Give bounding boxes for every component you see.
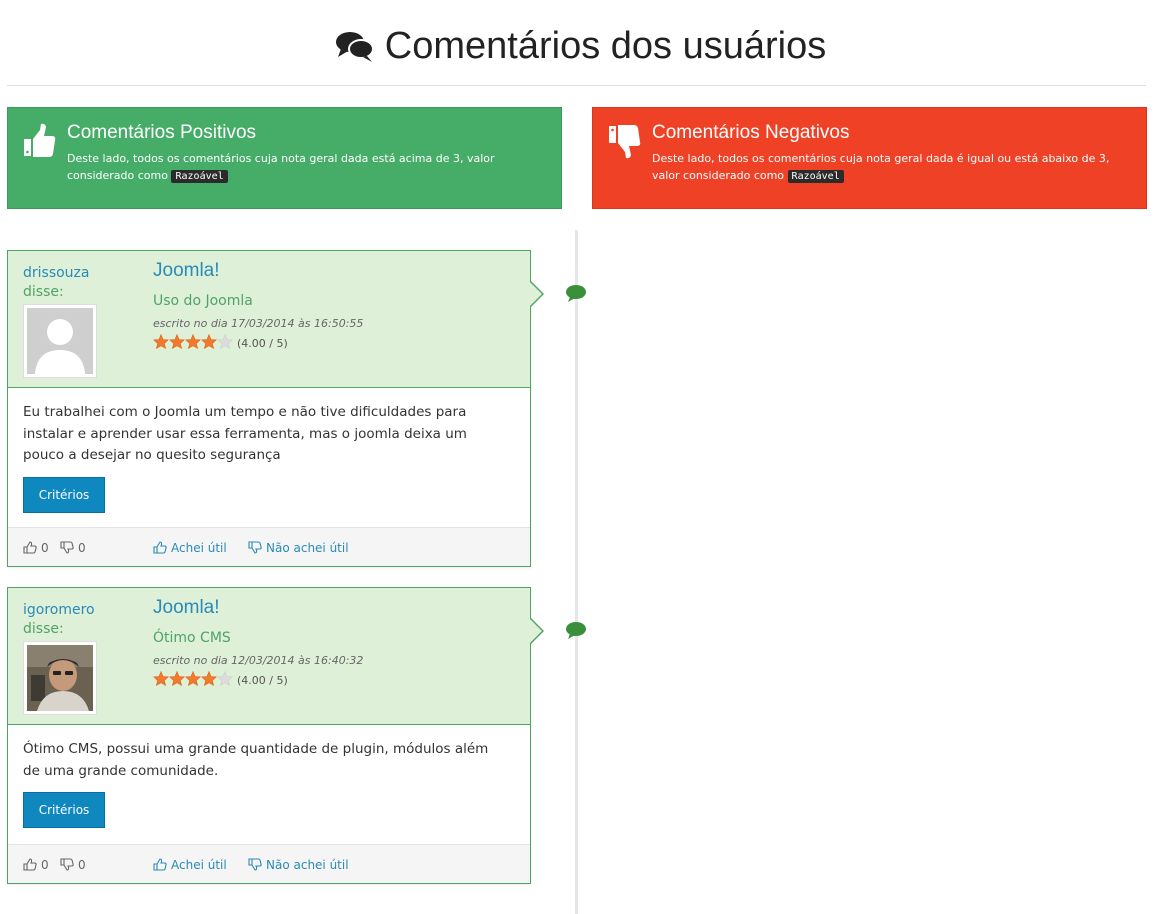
review-author[interactable]: drissouza xyxy=(23,262,133,284)
thumbs-down-icon xyxy=(607,122,643,162)
dislikes-value: 0 xyxy=(78,857,86,872)
review-card: drissouza disse: Joomla! Uso do Joomla e… xyxy=(7,250,544,567)
review-header: drissouza disse: Joomla! Uso do Joomla e… xyxy=(8,251,544,388)
review-title: Ótimo CMS xyxy=(153,630,231,646)
dislikes-value: 0 xyxy=(78,540,86,555)
star-filled-icon xyxy=(169,333,185,350)
star-empty-icon xyxy=(217,670,233,687)
page-title-text: Comentários dos usuários xyxy=(384,24,827,67)
not-useful-link[interactable]: Não achei útil xyxy=(248,528,349,567)
negative-banner-title: Comentários Negativos xyxy=(652,122,850,143)
positive-banner-code: Razoável xyxy=(171,170,228,183)
review-card: igoromero disse: Joomla! Ótimo CMS escri… xyxy=(7,587,544,884)
title-divider xyxy=(7,85,1146,86)
useful-link[interactable]: Achei útil xyxy=(153,528,227,567)
criteria-button[interactable]: Critérios xyxy=(23,792,105,828)
review-text: Eu trabalhei com o Joomla um tempo e não… xyxy=(23,404,467,463)
not-useful-label: Não achei útil xyxy=(266,540,349,555)
likes-count: 0 xyxy=(23,845,49,884)
thumbs-down-outline-icon xyxy=(248,541,262,554)
positive-banner-text: Deste lado, todos os comentários cuja no… xyxy=(67,152,495,182)
thumbs-up-outline-icon xyxy=(23,858,37,871)
useful-label: Achei útil xyxy=(171,857,227,872)
star-filled-icon xyxy=(153,333,169,350)
positive-banner-description: Deste lado, todos os comentários cuja no… xyxy=(67,150,547,185)
useful-link[interactable]: Achei útil xyxy=(153,845,227,884)
review-text: Ótimo CMS, possui uma grande quantidade … xyxy=(23,741,489,779)
thumbs-up-outline-icon xyxy=(153,541,167,554)
review-header: igoromero disse: Joomla! Ótimo CMS escri… xyxy=(8,588,544,725)
star-filled-icon xyxy=(185,670,201,687)
not-useful-link[interactable]: Não achei útil xyxy=(248,845,349,884)
useful-label: Achei útil xyxy=(171,540,227,555)
thumbs-up-outline-icon xyxy=(153,858,167,871)
likes-count: 0 xyxy=(23,528,49,567)
review-footer: 0 0 Achei útil Não achei útil xyxy=(8,844,530,883)
likes-value: 0 xyxy=(41,857,49,872)
thumbs-down-outline-icon xyxy=(60,541,74,554)
timeline-comment-icon xyxy=(565,284,587,302)
stars xyxy=(153,333,233,353)
star-filled-icon xyxy=(169,670,185,687)
product-name[interactable]: Joomla! xyxy=(153,597,220,619)
rating-text: (4.00 / 5) xyxy=(237,674,288,687)
timeline-line xyxy=(575,230,578,914)
likes-value: 0 xyxy=(41,540,49,555)
star-filled-icon xyxy=(201,333,217,350)
review-body: Ótimo CMS, possui uma grande quantidade … xyxy=(8,725,530,828)
review-title: Uso do Joomla xyxy=(153,293,253,309)
star-filled-icon xyxy=(185,333,201,350)
avatar xyxy=(23,304,97,378)
criteria-button[interactable]: Critérios xyxy=(23,476,105,513)
star-filled-icon xyxy=(153,670,169,687)
review-author-said: disse: xyxy=(23,284,64,300)
thumbs-down-outline-icon xyxy=(248,858,262,871)
star-rating: (4.00 / 5) xyxy=(153,670,288,690)
star-filled-icon xyxy=(201,670,217,687)
thumbs-up-outline-icon xyxy=(23,541,37,554)
dislikes-count: 0 xyxy=(60,845,86,884)
positive-banner: Comentários Positivos Deste lado, todos … xyxy=(7,107,562,209)
avatar xyxy=(23,641,97,715)
star-empty-icon xyxy=(217,333,233,350)
negative-banner-code: Razoável xyxy=(787,170,844,183)
user-photo-icon xyxy=(27,645,93,711)
thumbs-up-icon xyxy=(22,122,58,162)
default-avatar-icon xyxy=(27,308,93,374)
positive-banner-title: Comentários Positivos xyxy=(67,122,257,143)
review-footer: 0 0 Achei útil Não achei útil xyxy=(8,527,530,566)
page-title: Comentários dos usuários xyxy=(0,20,1161,72)
star-rating: (4.00 / 5) xyxy=(153,333,288,353)
timeline-comment-icon xyxy=(565,621,587,639)
dislikes-count: 0 xyxy=(60,528,86,567)
rating-text: (4.00 / 5) xyxy=(237,337,288,350)
stars xyxy=(153,670,233,690)
negative-banner-description: Deste lado, todos os comentários cuja no… xyxy=(652,150,1132,185)
review-date: escrito no dia 12/03/2014 às 16:40:32 xyxy=(153,654,364,667)
not-useful-label: Não achei útil xyxy=(266,857,349,872)
product-name[interactable]: Joomla! xyxy=(153,260,220,282)
negative-banner: Comentários Negativos Deste lado, todos … xyxy=(592,107,1147,209)
review-body: Eu trabalhei com o Joomla um tempo e não… xyxy=(8,388,530,513)
review-author-said: disse: xyxy=(23,621,64,637)
comments-icon xyxy=(335,29,375,63)
thumbs-down-outline-icon xyxy=(60,858,74,871)
negative-banner-text: Deste lado, todos os comentários cuja no… xyxy=(652,152,1110,182)
review-date: escrito no dia 17/03/2014 às 16:50:55 xyxy=(153,317,364,330)
review-author[interactable]: igoromero xyxy=(23,599,133,621)
